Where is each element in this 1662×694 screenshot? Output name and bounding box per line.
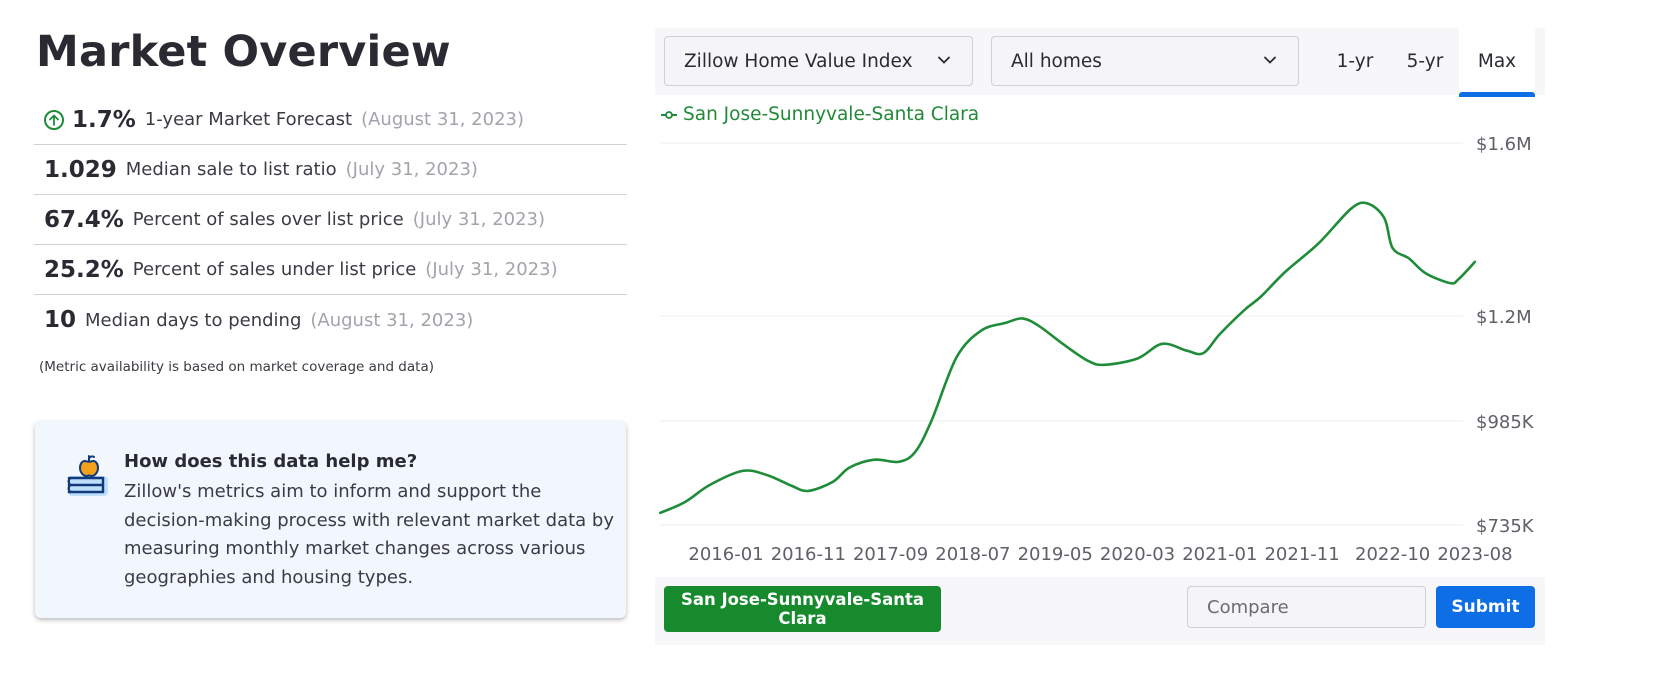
metric-value: 67.4% [44,206,124,233]
metric-under-list: 25.2% Percent of sales under list price … [34,245,627,295]
metric-date: (August 31, 2023) [310,309,474,331]
compare-input[interactable] [1187,586,1426,628]
metric-value: 25.2% [44,256,124,283]
metric-days-to-pending: 10 Median days to pending (August 31, 20… [34,295,627,345]
apple-on-books-icon [67,455,108,496]
x-tick-label: 2017-09 [853,544,928,565]
arrow-up-circle-icon [44,109,64,130]
metric-forecast: 1.7% 1-year Market Forecast (August 31, … [34,95,627,145]
chart-panel: Zillow Home Value Index All homes 1-yr 5… [655,28,1545,645]
metric-label: Percent of sales over list price [132,209,404,230]
metric-date: (July 31, 2023) [425,259,558,280]
metrics-list: 1.7% 1-year Market Forecast (August 31, … [34,95,627,345]
metric-value: 1.029 [44,156,117,183]
y-tick-label: $985K [1476,412,1535,433]
x-tick-label: 2022-10 [1355,544,1430,565]
x-tick-label: 2016-01 [688,544,763,565]
help-title: How does this data help me? [124,451,418,472]
metric-date: (July 31, 2023) [345,159,478,180]
submit-button[interactable]: Submit [1436,586,1535,628]
x-tick-label: 2023-08 [1437,544,1512,565]
help-card: How does this data help me? Zillow's met… [35,421,626,618]
metric-over-list: 67.4% Percent of sales over list price (… [34,195,627,245]
metric-label: 1-year Market Forecast [144,109,353,130]
help-body: Zillow's metrics aim to inform and suppo… [124,481,615,588]
metric-date: (July 31, 2023) [412,209,546,230]
price-chart: $1.6M $1.2M $985K $735K 2016-01 2016-11 2017-… [658,134,1535,565]
x-tick-label: 2021-01 [1182,544,1257,565]
page-title: Market Overview [36,27,451,77]
x-tick-label: 2018-07 [935,544,1010,565]
y-tick-label: $735K [1476,516,1535,537]
chart-footer: San Jose-Sunnyvale-Santa Clara Submit [655,577,1545,645]
y-tick-label: $1.6M [1476,134,1532,155]
metric-availability-note: (Metric availability is based on market … [39,359,434,375]
series-line-san-jose [658,201,1477,515]
y-tick-label: $1.2M [1476,307,1532,328]
x-tick-label: 2020-03 [1100,544,1175,565]
metric-label: Percent of sales under list price [132,259,417,280]
x-tick-label: 2019-05 [1018,544,1093,565]
metric-label: Median sale to list ratio [125,159,337,180]
x-tick-label: 2016-11 [771,544,846,565]
metric-sale-to-list: 1.029 Median sale to list ratio (July 31… [34,145,627,195]
metric-date: (August 31, 2023) [361,109,524,130]
x-tick-label: 2021-11 [1264,544,1339,565]
region-button[interactable]: San Jose-Sunnyvale-Santa Clara [664,586,941,632]
metric-value: 1.7% [72,106,136,133]
metric-value: 10 [44,307,77,333]
metric-label: Median days to pending [85,309,302,331]
